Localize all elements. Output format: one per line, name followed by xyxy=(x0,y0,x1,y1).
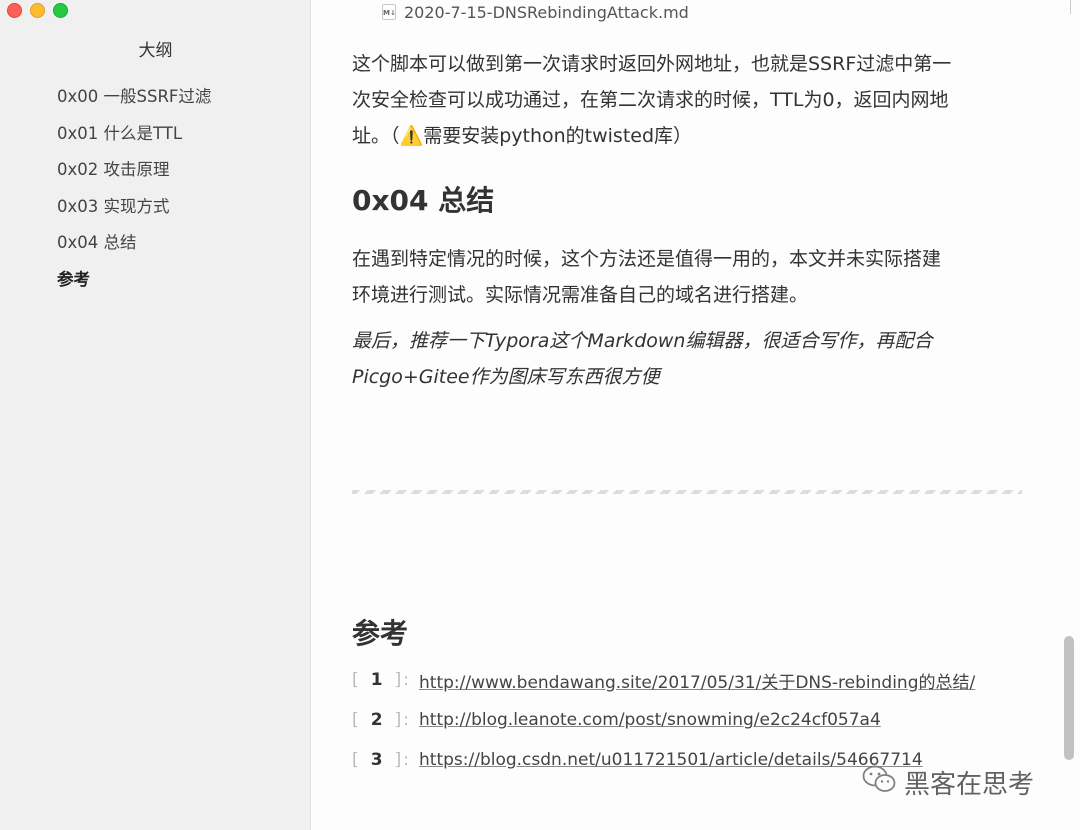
intro-line-3-suffix: 需要安装python的twisted库） xyxy=(423,125,693,147)
italic-paragraph: 最后，推荐一下Typora这个Markdown编辑器，很适合写作，再配合 Pic… xyxy=(352,323,1022,395)
outline-item-0x00[interactable]: 0x00 一般SSRF过滤 xyxy=(57,84,211,121)
outline-sidebar: 大纲 0x00 一般SSRF过滤 0x01 什么是TTL 0x02 攻击原理 0… xyxy=(0,0,311,830)
summary-line-1: 在遇到特定情况的时候，这个方法还是值得一用的，本文并未实际搭建 xyxy=(352,248,942,270)
outline-title: 大纲 xyxy=(138,41,173,61)
reference-colon: : xyxy=(403,670,410,690)
bracket-open: [ xyxy=(352,670,359,690)
wechat-icon xyxy=(862,765,896,800)
reference-number: 2 xyxy=(370,710,383,730)
summary-paragraph: 在遇到特定情况的时候，这个方法还是值得一用的，本文并未实际搭建 环境进行测试。实… xyxy=(352,241,1022,313)
outline-item-references[interactable]: 参考 xyxy=(57,267,211,304)
file-name: 2020-7-15-DNSRebindingAttack.md xyxy=(404,2,689,22)
reference-link-1[interactable]: http://www.bendawang.site/2017/05/31/关于D… xyxy=(419,668,975,693)
wechat-watermark: 黑客在思考 xyxy=(862,764,1034,801)
outline-item-0x04[interactable]: 0x04 总结 xyxy=(57,230,211,267)
intro-line-2: 次安全检查可以成功通过，在第二次请求的时候，TTL为0，返回内网地 xyxy=(352,89,949,111)
window-title: M↓ 2020-7-15-DNSRebindingAttack.md xyxy=(382,0,689,24)
summary-heading: 0x04 总结 xyxy=(352,184,495,217)
markdown-file-icon: M↓ xyxy=(382,4,396,20)
watermark-text: 黑客在思考 xyxy=(904,770,1035,800)
vertical-scrollbar[interactable] xyxy=(1062,0,1080,830)
bracket-open: [ xyxy=(352,710,359,730)
outline-item-0x03[interactable]: 0x03 实现方式 xyxy=(57,194,211,231)
reference-colon: : xyxy=(403,710,410,730)
horizontal-divider xyxy=(352,490,1022,494)
italic-line-1: 最后，推荐一下Typora这个Markdown编辑器，很适合写作，再配合 xyxy=(352,330,933,352)
intro-line-3-prefix: 址。（ xyxy=(352,125,400,147)
intro-paragraph: 这个脚本可以做到第一次请求时返回外网地址，也就是SSRF过滤中第一 次安全检查可… xyxy=(352,46,1022,154)
outline-item-0x02[interactable]: 0x02 攻击原理 xyxy=(57,157,211,194)
summary-line-2: 环境进行测试。实际情况需准备自己的域名进行搭建。 xyxy=(352,284,809,306)
window-controls xyxy=(7,3,68,18)
reference-number: 3 xyxy=(370,750,383,770)
reference-item: [ 2 ] : http://blog.leanote.com/post/sno… xyxy=(352,708,881,732)
minimize-window-button[interactable] xyxy=(30,3,45,18)
scrollbar-track xyxy=(1070,0,1071,14)
reference-number: 1 xyxy=(370,670,383,690)
bracket-close: ] xyxy=(394,670,402,690)
maximize-window-button[interactable] xyxy=(53,3,68,18)
outline-list: 0x00 一般SSRF过滤 0x01 什么是TTL 0x02 攻击原理 0x03… xyxy=(57,84,211,304)
reference-link-3[interactable]: https://blog.csdn.net/u011721501/article… xyxy=(419,750,923,770)
reference-link-2[interactable]: http://blog.leanote.com/post/snowming/e2… xyxy=(419,710,881,730)
reference-item: [ 3 ] : https://blog.csdn.net/u011721501… xyxy=(352,748,923,772)
reference-item: [ 1 ] : http://www.bendawang.site/2017/0… xyxy=(352,668,975,693)
bracket-open: [ xyxy=(352,750,359,770)
bracket-close: ] xyxy=(394,750,402,770)
outline-item-0x01[interactable]: 0x01 什么是TTL xyxy=(57,121,211,158)
bracket-close: ] xyxy=(394,710,402,730)
italic-line-2: Picgo+Gitee作为图床写东西很方便 xyxy=(352,366,660,388)
references-heading: 参考 xyxy=(352,617,409,650)
scrollbar-thumb[interactable] xyxy=(1064,636,1074,760)
reference-colon: : xyxy=(403,750,410,770)
close-window-button[interactable] xyxy=(7,3,22,18)
intro-line-1: 这个脚本可以做到第一次请求时返回外网地址，也就是SSRF过滤中第一 xyxy=(352,53,952,75)
warning-icon: ⚠️ xyxy=(399,125,424,147)
